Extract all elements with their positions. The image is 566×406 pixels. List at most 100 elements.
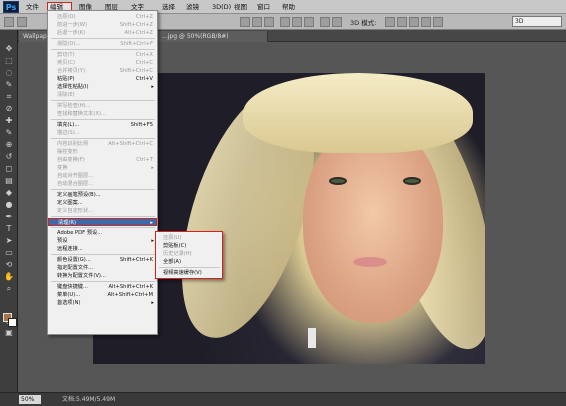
align-top-icon[interactable] [240, 17, 250, 27]
cross-pendant [308, 328, 316, 348]
menu-item-label: 内容识别比例 [57, 141, 89, 147]
edit-menu-item[interactable]: 清理(R) ▸ [48, 218, 157, 226]
menu-separator [159, 267, 220, 268]
zoom-icon[interactable]: ⌕ [4, 284, 14, 294]
edit-menu-item: 前进一步(W) Shift+Ctrl+Z [48, 21, 157, 29]
left-eye [329, 177, 347, 185]
lasso-icon[interactable]: ◌ [4, 68, 14, 78]
menu-7[interactable]: 3D(D) [210, 2, 231, 12]
submenu-arrow-icon: ▸ [150, 220, 153, 226]
pen-icon[interactable]: ✒ [4, 212, 14, 222]
marquee-icon[interactable]: ⬚ [4, 56, 14, 66]
hand-icon[interactable]: ✋ [4, 272, 14, 282]
screen-mode-icon[interactable]: ▣ [4, 328, 14, 338]
align-right-icon[interactable] [304, 17, 314, 27]
edit-menu-item[interactable]: 菜单(U)... Alt+Shift+Ctrl+M [48, 291, 157, 299]
move-tool-preset-icon[interactable] [4, 17, 14, 27]
3d-scale-icon[interactable] [433, 17, 443, 27]
menu-item-label: 还原(O) [57, 14, 76, 20]
eraser-icon[interactable]: ◻ [4, 164, 14, 174]
edit-menu-item[interactable]: 预设 ▸ [48, 237, 157, 245]
shape-icon[interactable]: ▭ [4, 248, 14, 258]
history-brush-icon[interactable]: ↺ [4, 152, 14, 162]
3d-pan-icon[interactable] [409, 17, 419, 27]
3d-mode-label: 3D 模式: [350, 19, 377, 27]
edit-menu-item[interactable]: 首选项(N) ▸ [48, 299, 157, 307]
menu-8[interactable]: 视图(V) [232, 2, 252, 21]
zoom-field[interactable]: 50% [19, 395, 41, 404]
menu-item-label: 自动混合图层... [57, 181, 94, 187]
align-center-icon[interactable] [292, 17, 302, 27]
menu-0[interactable]: 文件(F) [24, 2, 44, 21]
edit-menu-item[interactable]: Adobe PDF 预设... [48, 229, 157, 237]
document-tab-active[interactable]: ...jpg @ 50%(RGB/8#) [158, 31, 268, 42]
menu-10[interactable]: 帮助(H) [280, 2, 302, 21]
healing-icon[interactable]: ✚ [4, 116, 14, 126]
menu-item-label: 选择性粘贴(I) [57, 84, 89, 90]
quick-select-icon[interactable]: ✎ [4, 80, 14, 90]
menu-separator [51, 189, 155, 190]
dodge-icon[interactable]: ● [4, 200, 14, 210]
edit-menu-item[interactable]: 填充(L)... Shift+F5 [48, 121, 157, 129]
distribute-icon[interactable] [332, 17, 342, 27]
purge-submenu-item[interactable]: 全部(A) [156, 258, 222, 267]
3d-slide-icon[interactable] [421, 17, 431, 27]
brush-icon[interactable]: ✎ [4, 128, 14, 138]
menu-item-label: 填充(L)... [57, 122, 80, 128]
menu-item-label: 剪切(T) [57, 52, 75, 58]
edit-menu-item[interactable]: 粘贴(P) Ctrl+V [48, 75, 157, 83]
menu-item-label: 清除(E) [57, 92, 75, 98]
menu-5[interactable]: 选择(S) [160, 2, 180, 21]
distribute-icon[interactable] [320, 17, 330, 27]
menu-separator [51, 38, 155, 39]
menu-item-shortcut: Ctrl+V [135, 76, 153, 82]
auto-select-checkbox[interactable] [17, 17, 27, 27]
edit-menu-item: 变换 ▸ [48, 164, 157, 172]
menu-separator [51, 227, 155, 228]
edit-menu-item: 还原(O) Ctrl+Z [48, 13, 157, 21]
edit-menu-item[interactable]: 选择性粘贴(I) ▸ [48, 83, 157, 91]
move-icon[interactable]: ✥ [4, 44, 14, 54]
menu-item-label: 操控变形 [57, 149, 78, 155]
edit-menu-item[interactable]: 定义图案... [48, 199, 157, 207]
align-left-icon[interactable] [280, 17, 290, 27]
hair-top [243, 73, 473, 153]
submenu-arrow-icon: ▸ [151, 165, 154, 171]
3d-roll-icon[interactable] [397, 17, 407, 27]
crop-icon[interactable]: ⌗ [4, 92, 14, 102]
edit-menu-dropdown: 还原(O) Ctrl+Z 前进一步(W) Shift+Ctrl+Z 后退一步(K) Alt… [47, 10, 158, 335]
purge-submenu-item[interactable]: 视频高速缓存(V) [156, 269, 222, 278]
menu-6[interactable]: 滤镜(T) [184, 2, 206, 21]
edit-menu-item: 剪切(T) Ctrl+X [48, 51, 157, 59]
gradient-icon[interactable]: ▤ [4, 176, 14, 186]
edit-menu-item[interactable]: 颜色设置(G)... Shift+Ctrl+K [48, 256, 157, 264]
eyedropper-icon[interactable]: ⊘ [4, 104, 14, 114]
edit-menu-item: 自由变换(F) Ctrl+T [48, 156, 157, 164]
align-middle-icon[interactable] [252, 17, 262, 27]
edit-menu-item: 合并拷贝(Y) Shift+Ctrl+C [48, 67, 157, 75]
submenu-arrow-icon: ▸ [151, 238, 154, 244]
edit-menu-item[interactable]: 转换为配置文件(V)... [48, 272, 157, 280]
workspace-select[interactable]: 3D [512, 16, 562, 27]
3d-rotate-icon[interactable]: ⟲ [4, 260, 14, 270]
menu-9[interactable]: 窗口(W) [255, 2, 277, 21]
blur-icon[interactable]: ◆ [4, 188, 14, 198]
path-select-icon[interactable]: ➤ [4, 236, 14, 246]
align-bottom-icon[interactable] [264, 17, 274, 27]
edit-menu-item[interactable]: 定义画笔预设(B)... [48, 191, 157, 199]
menu-item-label: 拷贝(C) [57, 60, 76, 66]
stamp-icon[interactable]: ⊕ [4, 140, 14, 150]
edit-menu-item[interactable]: 指定配置文件... [48, 264, 157, 272]
edit-menu-item[interactable]: 键盘快捷键... Alt+Shift+Ctrl+K [48, 283, 157, 291]
menu-separator [51, 281, 155, 282]
menu-separator [51, 119, 155, 120]
3d-rotate-icon[interactable] [385, 17, 395, 27]
edit-menu-item: 描边(S)... [48, 129, 157, 137]
type-icon[interactable]: T [4, 224, 14, 234]
menu-item-shortcut: Alt+Shift+Ctrl+C [108, 141, 153, 147]
menu-item-label: 预设 [57, 238, 68, 244]
background-color-swatch[interactable] [8, 318, 17, 327]
menu-item-label: 首选项(N) [57, 300, 81, 306]
edit-menu-item[interactable]: 远程连接... [48, 245, 157, 253]
menu-item-shortcut: Alt+Shift+Ctrl+K [108, 284, 154, 290]
